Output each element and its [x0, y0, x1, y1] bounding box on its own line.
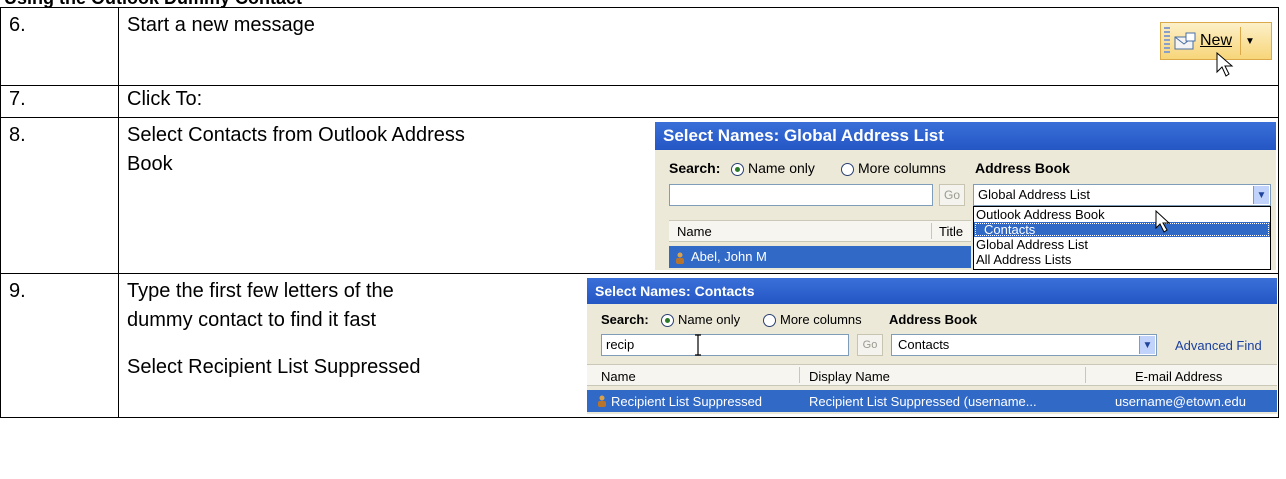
step-number: 6.	[0, 7, 119, 86]
column-divider[interactable]	[931, 223, 932, 239]
step-content: Start a new message New ▼	[118, 7, 1279, 86]
step-content: Click To:	[118, 85, 1279, 118]
contact-person-icon	[598, 395, 606, 407]
address-book-selected: Global Address List	[978, 187, 1091, 202]
step-text: Select Contacts from Outlook Address Boo…	[127, 124, 1270, 176]
mouse-cursor-icon	[1216, 52, 1234, 77]
step-number: 8.	[0, 117, 119, 274]
list-item[interactable]: Abel, John M	[669, 246, 971, 268]
list-header: Name Title	[669, 220, 971, 242]
step-text-line: dummy contact to find it fast	[127, 309, 376, 331]
column-header-name[interactable]: Name	[677, 224, 712, 239]
step-number: 9.	[0, 273, 119, 418]
step-row-8: 8. Select Contacts from Outlook Address …	[0, 117, 1279, 274]
step-row-6: 6. Start a new message New ▼	[0, 7, 1279, 86]
dropdown-option-selected[interactable]: Contacts	[974, 222, 1270, 237]
address-book-select[interactable]: Global Address List ▼	[973, 184, 1271, 206]
step-content: Select Contacts from Outlook Address Boo…	[118, 117, 1279, 274]
step-content: Type the first few letters of the dummy …	[118, 273, 1279, 418]
contact-name: Abel, John M	[691, 249, 767, 264]
address-book-dropdown: Outlook Address Book Contacts Global Add…	[973, 206, 1271, 270]
dropdown-option[interactable]: All Address Lists	[974, 252, 1270, 267]
step-number: 7.	[0, 85, 119, 118]
column-header-title[interactable]: Title	[939, 224, 963, 239]
steps-table: 6. Start a new message New ▼ 7. Click To…	[0, 7, 1279, 418]
step-text-line: Book	[127, 153, 173, 175]
step-text-line: Select Contacts from Outlook Address	[127, 124, 465, 146]
search-input[interactable]	[669, 184, 933, 206]
contact-display-name: Recipient List Suppressed (username...	[809, 394, 1037, 409]
step-row-9: 9. Type the first few letters of the dum…	[0, 273, 1279, 418]
contact-email: username@etown.edu	[1115, 394, 1246, 409]
go-button[interactable]: Go	[939, 184, 965, 206]
dropdown-option[interactable]: Global Address List	[974, 237, 1270, 252]
step-text-line: Type the first few letters of the	[127, 280, 394, 302]
dropdown-option[interactable]: Outlook Address Book	[974, 207, 1270, 222]
step-text-line: Select Recipient List Suppressed	[127, 356, 421, 378]
list-item[interactable]: Recipient List Suppressed Recipient List…	[587, 390, 1277, 412]
chevron-down-icon[interactable]: ▼	[1245, 36, 1255, 47]
chevron-down-icon[interactable]: ▼	[1253, 186, 1269, 204]
step-row-7: 7. Click To:	[0, 85, 1279, 118]
contact-name: Recipient List Suppressed	[611, 394, 763, 409]
contact-person-icon	[676, 252, 684, 264]
step-text: Type the first few letters of the dummy …	[127, 280, 1270, 379]
mouse-cursor-icon	[1155, 210, 1171, 233]
step-text: Start a new message	[127, 14, 315, 36]
step-text: Click To:	[127, 88, 203, 110]
